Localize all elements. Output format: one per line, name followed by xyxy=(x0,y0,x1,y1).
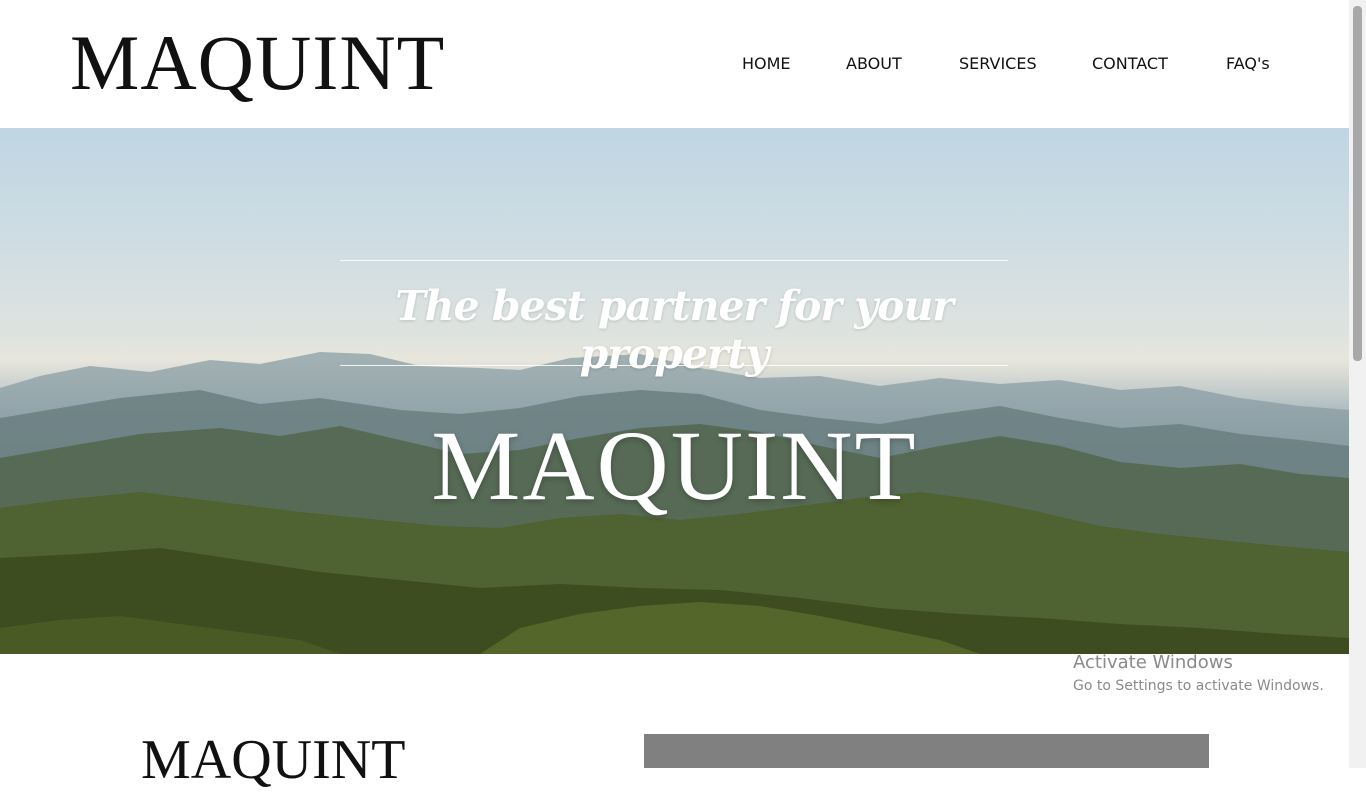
nav-contact[interactable]: CONTACT xyxy=(1092,54,1168,74)
content-image-placeholder xyxy=(644,734,1209,768)
windows-activation-watermark: Activate Windows Go to Settings to activ… xyxy=(1073,652,1324,696)
nav-home[interactable]: HOME xyxy=(742,54,791,74)
hero-banner: The best partner for your property MAQUI… xyxy=(0,128,1349,654)
nav-faqs[interactable]: FAQ's xyxy=(1226,54,1270,74)
main-nav: HOME ABOUT SERVICES CONTACT FAQ's xyxy=(0,54,1349,76)
nav-services[interactable]: SERVICES xyxy=(959,54,1037,74)
watermark-title: Activate Windows xyxy=(1073,652,1233,673)
nav-about[interactable]: ABOUT xyxy=(846,54,902,74)
mountain-landscape-image xyxy=(0,352,1349,654)
hero-title: MAQUINT xyxy=(431,410,918,521)
hero-tagline: The best partner for your property xyxy=(395,282,954,378)
vertical-scrollbar[interactable] xyxy=(1349,0,1366,768)
site-header: MAQUINT HOME ABOUT SERVICES CONTACT FAQ'… xyxy=(0,0,1349,128)
hero-divider-bottom xyxy=(340,365,1008,366)
hero-divider-top xyxy=(340,260,1008,261)
watermark-subtitle: Go to Settings to activate Windows. xyxy=(1073,678,1324,694)
scrollbar-thumb[interactable] xyxy=(1353,6,1362,361)
section-title: MAQUINT xyxy=(141,729,406,791)
